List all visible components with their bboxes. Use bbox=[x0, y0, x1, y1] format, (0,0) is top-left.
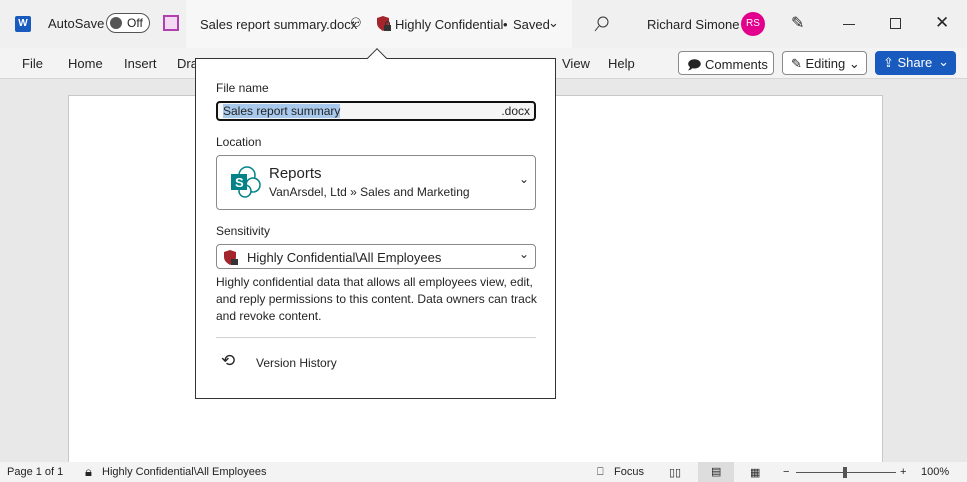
file-name-label: File name bbox=[216, 81, 269, 95]
pencil-icon: ✎ bbox=[791, 56, 806, 71]
page-info[interactable]: Page 1 of 1 bbox=[7, 466, 63, 478]
zoom-slider-handle[interactable] bbox=[843, 467, 847, 478]
share-button[interactable]: ⇪ Share ⌄ bbox=[875, 51, 956, 75]
title-separator: • bbox=[503, 17, 508, 32]
chevron-down-icon: ⌄ bbox=[848, 56, 860, 71]
share-chevron-icon[interactable]: ⌄ bbox=[938, 54, 949, 70]
zoom-out-button[interactable]: − bbox=[783, 466, 789, 478]
tab-view[interactable]: View bbox=[562, 56, 590, 71]
comments-button[interactable]: 🗩 Comments bbox=[678, 51, 774, 75]
zoom-in-button[interactable]: + bbox=[900, 466, 906, 478]
location-path: VanArsdel, Ltd » Sales and Marketing bbox=[269, 185, 470, 199]
file-info-popup: File name Sales report summary .docx Loc… bbox=[195, 58, 556, 399]
autosave-toggle[interactable]: Off bbox=[106, 13, 150, 33]
tab-file[interactable]: File bbox=[22, 56, 43, 71]
zoom-level[interactable]: 100% bbox=[921, 466, 949, 478]
avatar[interactable]: RS bbox=[741, 12, 765, 36]
chevron-down-icon: ⌄ bbox=[518, 172, 529, 186]
status-bar: Page 1 of 1 🔒︎ Highly Confidential\All E… bbox=[0, 462, 967, 482]
file-name-input[interactable]: Sales report summary .docx bbox=[216, 101, 536, 121]
chevron-down-icon[interactable]: ⌄ bbox=[548, 15, 559, 31]
word-logo-icon: W bbox=[15, 16, 31, 32]
web-layout-icon[interactable]: ▦ bbox=[750, 466, 760, 479]
comment-icon: 🗩 bbox=[687, 57, 706, 72]
print-layout-icon: ▤ bbox=[711, 466, 722, 478]
focus-icon: ⎕ bbox=[597, 466, 604, 478]
close-icon[interactable]: ✕ bbox=[935, 13, 949, 33]
save-icon[interactable] bbox=[163, 15, 179, 31]
editing-label: Editing bbox=[805, 56, 846, 71]
location-dropdown[interactable]: S Reports VanArsdel, Ltd » Sales and Mar… bbox=[216, 155, 536, 210]
divider bbox=[216, 337, 536, 338]
maximize-icon[interactable] bbox=[890, 18, 901, 29]
tab-help[interactable]: Help bbox=[608, 56, 635, 71]
user-name[interactable]: Richard Simone bbox=[647, 17, 740, 32]
comments-label: Comments bbox=[705, 57, 768, 72]
read-mode-icon[interactable]: ▯▯ bbox=[669, 466, 681, 479]
tab-home[interactable]: Home bbox=[68, 56, 103, 71]
location-label: Location bbox=[216, 135, 262, 149]
file-extension: .docx bbox=[501, 104, 530, 118]
sensitivity-value: Highly Confidential\All Employees bbox=[247, 250, 442, 265]
autosave-state: Off bbox=[127, 16, 143, 30]
chevron-down-icon: ⌄ bbox=[518, 247, 529, 261]
sensitivity-shield-icon bbox=[224, 250, 238, 265]
history-icon: ⟲ bbox=[221, 351, 236, 370]
status-sensitivity[interactable]: Highly Confidential\All Employees bbox=[102, 466, 266, 478]
editing-button[interactable]: ✎ Editing ⌄ bbox=[782, 51, 867, 75]
document-title[interactable]: Sales report summary.docx bbox=[200, 17, 357, 32]
share-icon: ⇪ bbox=[883, 55, 898, 70]
share-label: Share bbox=[897, 55, 933, 70]
file-name-value: Sales report summary bbox=[223, 104, 341, 118]
version-history-label: Version History bbox=[256, 356, 337, 370]
focus-button[interactable]: Focus bbox=[614, 466, 644, 478]
sensitivity-shield-icon bbox=[377, 16, 391, 31]
minimize-icon[interactable] bbox=[843, 24, 855, 25]
save-status: Saved bbox=[513, 17, 550, 32]
location-name: Reports bbox=[269, 165, 322, 182]
share-people-icon: ⚇ bbox=[350, 15, 362, 30]
sharepoint-icon: S bbox=[231, 166, 261, 198]
sensitivity-dropdown[interactable]: Highly Confidential\All Employees ⌄ bbox=[216, 244, 536, 269]
lock-icon: 🔒︎ bbox=[85, 464, 92, 479]
svg-text:S: S bbox=[235, 175, 244, 190]
sensitivity-label: Sensitivity bbox=[216, 224, 271, 238]
sensitivity-description: Highly confidential data that allows all… bbox=[216, 275, 537, 323]
tab-insert[interactable]: Insert bbox=[124, 56, 157, 71]
autosave-label: AutoSave bbox=[48, 16, 105, 31]
print-layout-button[interactable]: ▤ bbox=[698, 462, 734, 482]
designer-icon[interactable]: ✎ bbox=[791, 13, 804, 33]
search-icon[interactable] bbox=[594, 16, 610, 32]
version-history-button[interactable]: ⟲ Version History bbox=[216, 349, 536, 377]
title-sensitivity[interactable]: Highly Confidential bbox=[395, 17, 503, 32]
